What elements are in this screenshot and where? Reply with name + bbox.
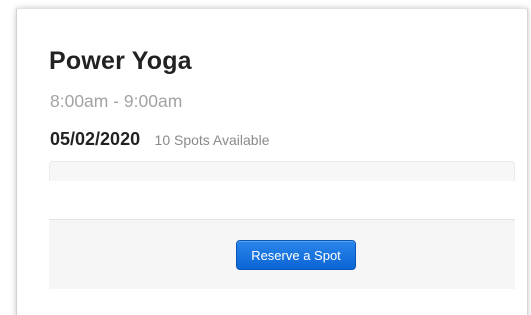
spots-available: 10 Spots Available <box>154 132 270 148</box>
reserve-spot-button[interactable]: Reserve a Spot <box>236 240 356 270</box>
card-footer: Reserve a Spot <box>49 219 515 289</box>
date-row: 05/02/2020 10 Spots Available <box>50 129 270 150</box>
capacity-bar <box>49 161 515 181</box>
page: Power Yoga 8:00am - 9:00am 05/02/2020 10… <box>0 0 531 315</box>
class-title: Power Yoga <box>49 47 192 75</box>
class-date: 05/02/2020 <box>50 129 141 149</box>
class-time: 8:00am - 9:00am <box>50 91 183 111</box>
class-card: Power Yoga 8:00am - 9:00am 05/02/2020 10… <box>16 8 528 315</box>
